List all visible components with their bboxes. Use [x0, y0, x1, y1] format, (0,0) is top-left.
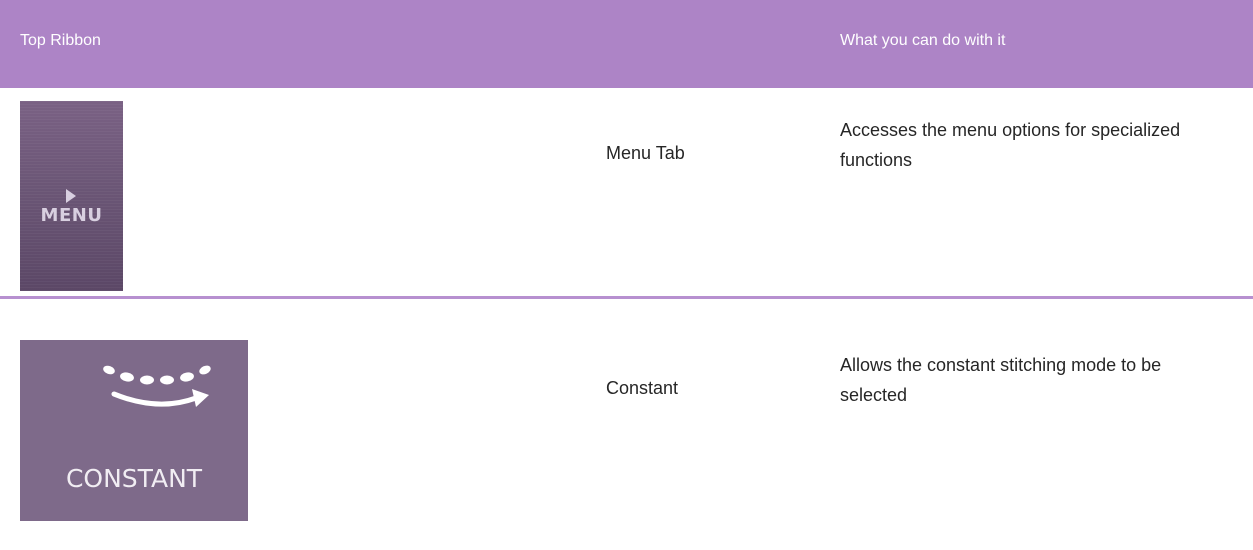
- header-what-you-can-do: What you can do with it: [840, 32, 1006, 49]
- menu-tab-icon: MENU: [20, 101, 123, 291]
- ribbon-reference-table: Top Ribbon What you can do with it MENU …: [0, 0, 1253, 550]
- row-divider: [0, 296, 1253, 299]
- constant-stitch-icon: CONSTANT: [20, 340, 248, 521]
- header-top-ribbon: Top Ribbon: [20, 32, 101, 49]
- item-name: Menu Tab: [606, 143, 685, 163]
- item-description: Accesses the menu options for specialize…: [840, 120, 1181, 170]
- play-arrow-icon: [66, 189, 76, 203]
- stitch-dots-arrow-icon: [103, 365, 211, 407]
- constant-icon-label: CONSTANT: [65, 464, 203, 493]
- table-row: MENU Menu Tab Accesses the menu options …: [0, 88, 1253, 298]
- item-description: Allows the constant stitching mode to be…: [840, 355, 1162, 405]
- item-name: Constant: [606, 378, 679, 398]
- menu-icon-label: MENU: [40, 205, 103, 226]
- table-row: CONSTANT Constant Allows the constant st…: [0, 300, 1253, 530]
- table-header: Top Ribbon What you can do with it: [0, 0, 1253, 88]
